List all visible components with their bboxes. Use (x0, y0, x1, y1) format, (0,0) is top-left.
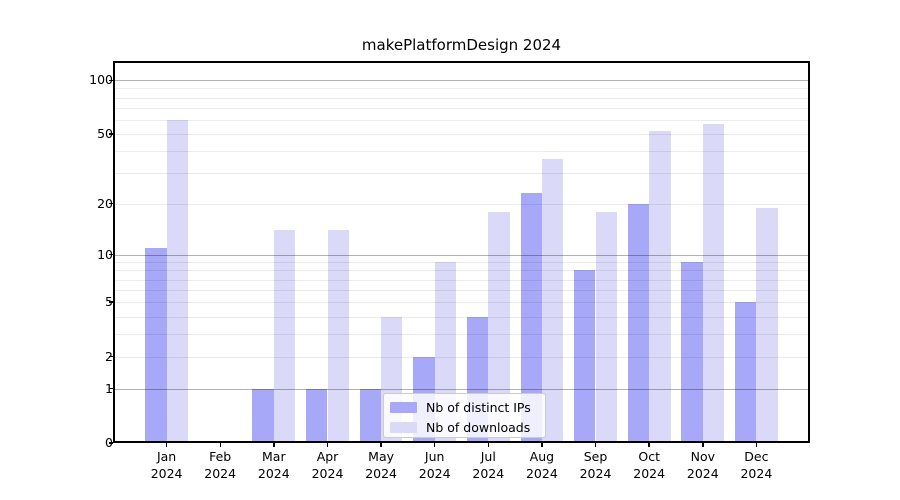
figure: makePlatformDesign 2024 Nb of distinct I… (0, 0, 900, 500)
bar-downloads-oct (649, 131, 670, 443)
bar-downloads-nov (703, 124, 724, 443)
legend: Nb of distinct IPs Nb of downloads (383, 393, 546, 438)
gridline-minor (113, 204, 810, 205)
legend-label-downloads: Nb of downloads (426, 420, 530, 435)
x-tick-label-dec: Dec2024 (724, 449, 788, 483)
bar-downloads-dec (756, 208, 777, 444)
plot-area: Nb of distinct IPs Nb of downloads (113, 61, 810, 443)
x-tick-mark (488, 443, 490, 447)
gridline-minor (113, 120, 810, 121)
x-tick-mark (434, 443, 436, 447)
legend-item-downloads: Nb of downloads (390, 418, 539, 436)
x-tick-mark (166, 443, 168, 447)
gridline-minor (113, 280, 810, 281)
gridline-minor (113, 290, 810, 291)
gridline-minor (113, 302, 810, 303)
gridline-minor (113, 88, 810, 89)
x-tick-mark (380, 443, 382, 447)
bar-distinct-ips-may (360, 389, 381, 444)
x-tick-mark (648, 443, 650, 447)
x-axis: Jan2024Feb2024Mar2024Apr2024May2024Jun20… (113, 443, 810, 498)
legend-swatch-distinct-ips (390, 402, 417, 413)
bar-distinct-ips-mar (252, 389, 273, 444)
y-tick-label: 10 (13, 247, 113, 263)
y-tick-label: 0 (13, 435, 113, 451)
y-axis: 1005020105210 (0, 61, 113, 443)
y-tick-label: 2 (13, 349, 113, 365)
gridline-major (113, 255, 810, 256)
gridline-major (113, 389, 810, 390)
legend-item-distinct-ips: Nb of distinct IPs (390, 398, 539, 416)
gridline-minor (113, 317, 810, 318)
gridline-minor (113, 357, 810, 358)
x-tick-mark (220, 443, 222, 447)
x-tick-mark (756, 443, 758, 447)
gridline-minor (113, 151, 810, 152)
bar-downloads-sep (596, 212, 617, 443)
x-tick-mark (273, 443, 275, 447)
legend-swatch-downloads (390, 422, 417, 433)
x-tick-mark (327, 443, 329, 447)
y-tick-label: 1 (13, 381, 113, 397)
bar-distinct-ips-apr (306, 389, 327, 444)
gridline-minor (113, 98, 810, 99)
y-tick-label: 5 (13, 294, 113, 310)
gridline-minor (113, 262, 810, 263)
bar-distinct-ips-dec (735, 302, 756, 443)
bar-distinct-ips-jan (145, 248, 166, 443)
x-tick-mark (595, 443, 597, 447)
gridline-minor (113, 134, 810, 135)
x-tick-mark (702, 443, 704, 447)
gridline-minor (113, 334, 810, 335)
y-tick-label: 20 (13, 196, 113, 212)
gridline-minor (113, 108, 810, 109)
y-tick-label: 100 (13, 72, 113, 88)
y-tick-label: 50 (13, 126, 113, 142)
chart-title: makePlatformDesign 2024 (113, 36, 810, 54)
x-tick-mark (541, 443, 543, 447)
gridline-minor (113, 270, 810, 271)
bar-distinct-ips-oct (628, 204, 649, 443)
gridline-minor (113, 173, 810, 174)
gridline-major (113, 80, 810, 81)
legend-label-distinct-ips: Nb of distinct IPs (426, 400, 531, 415)
bar-downloads-jan (167, 120, 188, 443)
